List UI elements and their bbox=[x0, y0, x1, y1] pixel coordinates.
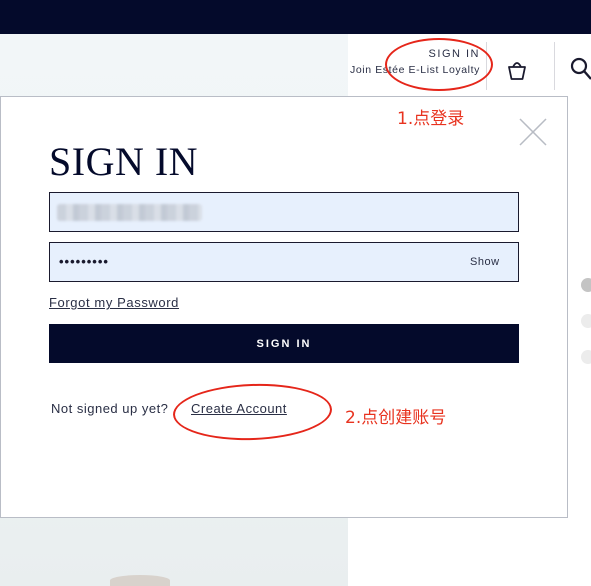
carousel-dot[interactable] bbox=[581, 314, 591, 328]
not-signed-up-text: Not signed up yet? bbox=[51, 401, 169, 416]
carousel-dot-active[interactable] bbox=[581, 278, 591, 292]
signin-submit-button[interactable]: SIGN IN bbox=[49, 324, 519, 363]
password-masked-value: ••••••••• bbox=[59, 254, 109, 269]
annotation-circle-signin bbox=[385, 38, 493, 91]
carousel-dot[interactable] bbox=[581, 350, 591, 364]
forgot-password-link[interactable]: Forgot my Password bbox=[49, 295, 179, 310]
signin-submit-label: SIGN IN bbox=[256, 337, 312, 350]
password-input[interactable] bbox=[49, 242, 519, 282]
hero-product-shadow bbox=[110, 575, 170, 586]
show-password-button[interactable]: Show bbox=[470, 256, 500, 268]
close-button[interactable] bbox=[518, 117, 548, 147]
annotation-step-1: 1.点登录 bbox=[397, 109, 465, 129]
top-bar bbox=[0, 0, 591, 34]
search-button[interactable] bbox=[569, 56, 591, 82]
search-icon bbox=[570, 57, 591, 80]
shopping-bag-button[interactable] bbox=[505, 58, 529, 82]
header-divider bbox=[554, 42, 555, 90]
annotation-step-2: 2.点创建账号 bbox=[345, 408, 447, 428]
close-icon bbox=[519, 118, 547, 146]
modal-title: SIGN IN bbox=[49, 139, 199, 184]
email-value-redacted bbox=[57, 204, 202, 221]
shopping-bag-icon bbox=[508, 62, 526, 80]
